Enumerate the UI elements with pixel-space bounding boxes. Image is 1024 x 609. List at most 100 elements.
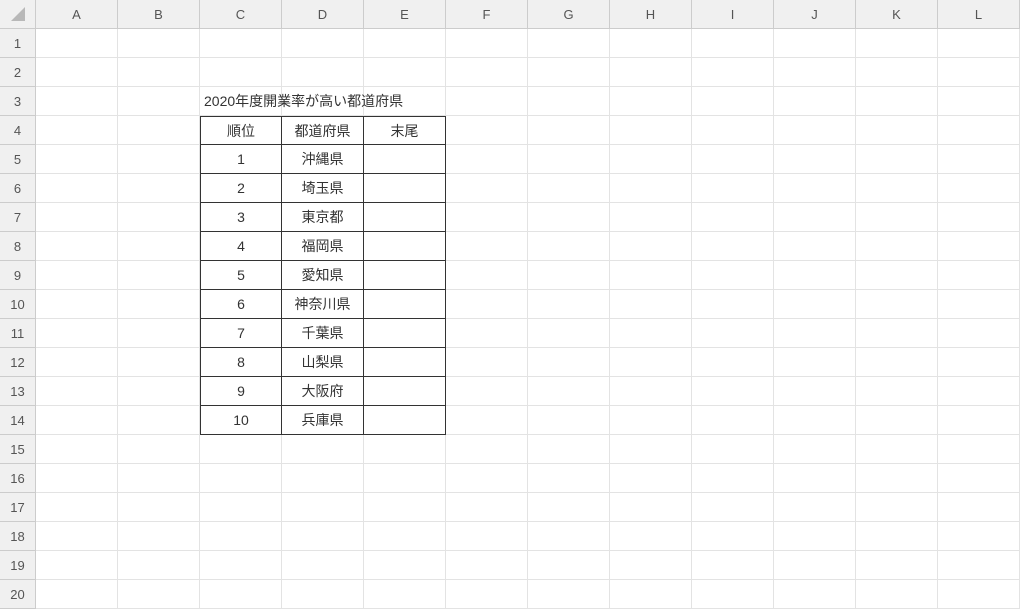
cell-D13[interactable]: 大阪府 <box>282 377 364 406</box>
column-header-E[interactable]: E <box>364 0 446 29</box>
cell-F11[interactable] <box>446 319 528 348</box>
cell-J5[interactable] <box>774 145 856 174</box>
cell-J1[interactable] <box>774 29 856 58</box>
row-header-17[interactable]: 17 <box>0 493 36 522</box>
cell-I5[interactable] <box>692 145 774 174</box>
cell-K2[interactable] <box>856 58 938 87</box>
cell-C6[interactable]: 2 <box>200 174 282 203</box>
cell-G19[interactable] <box>528 551 610 580</box>
cell-D8[interactable]: 福岡県 <box>282 232 364 261</box>
cell-I10[interactable] <box>692 290 774 319</box>
column-header-I[interactable]: I <box>692 0 774 29</box>
cell-A8[interactable] <box>36 232 118 261</box>
cell-G13[interactable] <box>528 377 610 406</box>
cell-J10[interactable] <box>774 290 856 319</box>
cell-B1[interactable] <box>118 29 200 58</box>
column-header-L[interactable]: L <box>938 0 1020 29</box>
cell-E7[interactable] <box>364 203 446 232</box>
cell-A13[interactable] <box>36 377 118 406</box>
cell-L3[interactable] <box>938 87 1020 116</box>
cell-K1[interactable] <box>856 29 938 58</box>
cell-G16[interactable] <box>528 464 610 493</box>
row-header-6[interactable]: 6 <box>0 174 36 203</box>
cell-G15[interactable] <box>528 435 610 464</box>
cell-C16[interactable] <box>200 464 282 493</box>
cell-E9[interactable] <box>364 261 446 290</box>
cell-G4[interactable] <box>528 116 610 145</box>
cell-K6[interactable] <box>856 174 938 203</box>
cell-B2[interactable] <box>118 58 200 87</box>
cell-K12[interactable] <box>856 348 938 377</box>
cell-C13[interactable]: 9 <box>200 377 282 406</box>
column-header-B[interactable]: B <box>118 0 200 29</box>
cell-F4[interactable] <box>446 116 528 145</box>
cell-H10[interactable] <box>610 290 692 319</box>
row-header-9[interactable]: 9 <box>0 261 36 290</box>
cell-B16[interactable] <box>118 464 200 493</box>
cell-H11[interactable] <box>610 319 692 348</box>
cell-F16[interactable] <box>446 464 528 493</box>
cell-B7[interactable] <box>118 203 200 232</box>
cell-F8[interactable] <box>446 232 528 261</box>
cell-C10[interactable]: 6 <box>200 290 282 319</box>
cell-J19[interactable] <box>774 551 856 580</box>
cell-J16[interactable] <box>774 464 856 493</box>
cell-D9[interactable]: 愛知県 <box>282 261 364 290</box>
cell-K5[interactable] <box>856 145 938 174</box>
cell-H5[interactable] <box>610 145 692 174</box>
cell-L16[interactable] <box>938 464 1020 493</box>
cell-K17[interactable] <box>856 493 938 522</box>
cell-I19[interactable] <box>692 551 774 580</box>
cell-A14[interactable] <box>36 406 118 435</box>
cell-L4[interactable] <box>938 116 1020 145</box>
cell-C1[interactable] <box>200 29 282 58</box>
cell-E15[interactable] <box>364 435 446 464</box>
cell-J14[interactable] <box>774 406 856 435</box>
cell-J7[interactable] <box>774 203 856 232</box>
cell-C8[interactable]: 4 <box>200 232 282 261</box>
cell-D7[interactable]: 東京都 <box>282 203 364 232</box>
row-header-10[interactable]: 10 <box>0 290 36 319</box>
cell-A16[interactable] <box>36 464 118 493</box>
cell-I11[interactable] <box>692 319 774 348</box>
cell-F2[interactable] <box>446 58 528 87</box>
cell-H2[interactable] <box>610 58 692 87</box>
cell-L14[interactable] <box>938 406 1020 435</box>
cell-E18[interactable] <box>364 522 446 551</box>
cell-L1[interactable] <box>938 29 1020 58</box>
cell-F1[interactable] <box>446 29 528 58</box>
cell-A4[interactable] <box>36 116 118 145</box>
cell-F13[interactable] <box>446 377 528 406</box>
row-header-2[interactable]: 2 <box>0 58 36 87</box>
cell-L2[interactable] <box>938 58 1020 87</box>
cell-A15[interactable] <box>36 435 118 464</box>
cell-L10[interactable] <box>938 290 1020 319</box>
cell-K11[interactable] <box>856 319 938 348</box>
cell-A6[interactable] <box>36 174 118 203</box>
cell-A12[interactable] <box>36 348 118 377</box>
cell-H7[interactable] <box>610 203 692 232</box>
cell-C15[interactable] <box>200 435 282 464</box>
cell-G1[interactable] <box>528 29 610 58</box>
cell-K16[interactable] <box>856 464 938 493</box>
cell-D5[interactable]: 沖縄県 <box>282 145 364 174</box>
cell-A17[interactable] <box>36 493 118 522</box>
row-header-18[interactable]: 18 <box>0 522 36 551</box>
cell-L7[interactable] <box>938 203 1020 232</box>
cell-C5[interactable]: 1 <box>200 145 282 174</box>
cell-B9[interactable] <box>118 261 200 290</box>
cell-C2[interactable] <box>200 58 282 87</box>
row-header-7[interactable]: 7 <box>0 203 36 232</box>
cell-G7[interactable] <box>528 203 610 232</box>
column-header-D[interactable]: D <box>282 0 364 29</box>
cell-A3[interactable] <box>36 87 118 116</box>
cell-E20[interactable] <box>364 580 446 609</box>
cell-J3[interactable] <box>774 87 856 116</box>
cell-B19[interactable] <box>118 551 200 580</box>
cell-C7[interactable]: 3 <box>200 203 282 232</box>
cell-D10[interactable]: 神奈川県 <box>282 290 364 319</box>
cell-J17[interactable] <box>774 493 856 522</box>
cell-L19[interactable] <box>938 551 1020 580</box>
cell-E13[interactable] <box>364 377 446 406</box>
cell-F12[interactable] <box>446 348 528 377</box>
